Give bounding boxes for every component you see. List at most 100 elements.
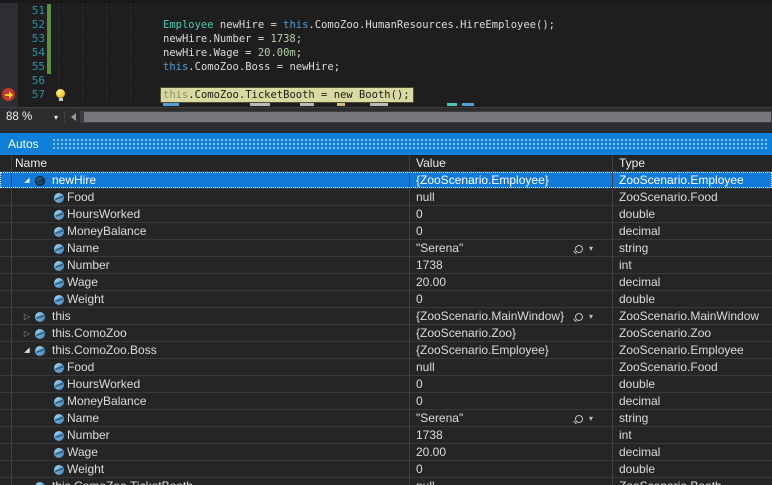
variable-icon [35, 176, 45, 186]
collapse-arrow-icon[interactable]: ◢ [21, 172, 33, 189]
chevron-down-icon[interactable]: ▾ [589, 308, 593, 325]
variable-icon [54, 380, 64, 390]
code-editor[interactable]: 51525354555657 Employee newHire = this.C… [0, 0, 772, 107]
variable-value[interactable]: 20.00 [416, 444, 446, 460]
autos-panel-titlebar[interactable]: Autos [0, 133, 772, 155]
code-token: this [283, 19, 308, 31]
variable-row[interactable]: HoursWorked0double [0, 376, 772, 393]
variable-value[interactable]: "Serena" [416, 240, 463, 256]
variable-type: ZooScenario.Employee [619, 172, 744, 188]
code-token: newHire = [214, 19, 284, 31]
code-token: .ComoZoo.HumanResources.HireEmployee(); [308, 19, 555, 31]
variable-row[interactable]: Wage20.00decimal [0, 274, 772, 291]
variable-value[interactable]: null [416, 359, 435, 375]
magnifier-icon[interactable] [575, 245, 583, 253]
variable-value[interactable]: {ZooScenario.Employee} [416, 342, 549, 358]
variable-value[interactable]: 0 [416, 223, 423, 239]
variable-type: double [619, 461, 655, 477]
expand-arrow-icon[interactable]: ▷ [21, 325, 33, 342]
code-line[interactable]: newHire.Wage = 20.00m; [163, 46, 302, 60]
variable-value[interactable]: 1738 [416, 427, 443, 443]
variable-value[interactable]: 0 [416, 376, 423, 392]
lightbulb-icon[interactable] [56, 89, 65, 98]
variable-row[interactable]: Weight0double [0, 461, 772, 478]
indent-guide [130, 4, 131, 103]
variable-value[interactable]: null [416, 478, 435, 485]
magnifier-icon[interactable] [575, 415, 583, 423]
variable-type: ZooScenario.Food [619, 359, 718, 375]
variable-type: ZooScenario.Zoo [619, 325, 711, 341]
variable-row[interactable]: Weight0double [0, 291, 772, 308]
column-header-name[interactable]: Name [15, 155, 47, 171]
variable-type: decimal [619, 223, 660, 239]
chevron-down-icon[interactable]: ▾ [589, 240, 593, 257]
scroll-left-arrow[interactable] [66, 108, 80, 126]
variable-icon [54, 227, 64, 237]
variable-value[interactable]: {ZooScenario.Employee} [416, 172, 549, 188]
variable-type: decimal [619, 444, 660, 460]
variable-icon [35, 346, 45, 356]
collapse-arrow-icon[interactable]: ◢ [21, 342, 33, 359]
breakpoint-icon[interactable] [2, 88, 15, 101]
magnifier-icon[interactable] [575, 313, 583, 321]
variable-value[interactable]: 0 [416, 291, 423, 307]
variable-name: Number [67, 427, 110, 443]
variable-icon [54, 397, 64, 407]
variable-name: MoneyBalance [67, 393, 146, 409]
expand-arrow-icon[interactable]: ▷ [21, 308, 33, 325]
variable-row[interactable]: Number1738int [0, 427, 772, 444]
variable-row[interactable]: Name "Serena" ▾ string [0, 240, 772, 257]
chevron-down-icon[interactable]: ▾ [589, 410, 593, 427]
variable-row[interactable]: ◢this.ComoZoo.Boss{ZooScenario.Employee}… [0, 342, 772, 359]
editor-top-edge [0, 0, 772, 3]
variable-value[interactable]: "Serena" [416, 410, 463, 426]
variable-row[interactable]: this.ComoZoo.TicketBoothnullZooScenario.… [0, 478, 772, 485]
variable-row[interactable]: Number1738int [0, 257, 772, 274]
code-line[interactable]: this.ComoZoo.Boss = newHire; [163, 60, 340, 74]
variable-row[interactable]: HoursWorked0double [0, 206, 772, 223]
variable-value[interactable]: {ZooScenario.Zoo} [416, 325, 516, 341]
variable-name: Name [67, 240, 99, 256]
variable-row[interactable]: Wage20.00decimal [0, 444, 772, 461]
line-number: 53 [18, 32, 45, 46]
variable-row[interactable]: FoodnullZooScenario.Food [0, 359, 772, 376]
variable-value[interactable]: 1738 [416, 257, 443, 273]
code-line[interactable]: this.ComoZoo.TicketBooth = new Booth(); [163, 88, 413, 102]
variable-value[interactable]: 20.00 [416, 274, 446, 290]
column-header-type[interactable]: Type [619, 155, 645, 171]
variable-value[interactable]: {ZooScenario.MainWindow} [416, 308, 564, 324]
code-line[interactable]: Employee newHire = this.ComoZoo.HumanRes… [163, 18, 555, 32]
line-number: 52 [18, 18, 45, 32]
variable-type: double [619, 206, 655, 222]
variable-name: Number [67, 257, 110, 273]
variable-row[interactable]: MoneyBalance0decimal [0, 223, 772, 240]
variable-row[interactable]: MoneyBalance0decimal [0, 393, 772, 410]
indent-guide [106, 4, 107, 103]
variable-row[interactable]: ▷this.ComoZoo{ZooScenario.Zoo}ZooScenari… [0, 325, 772, 342]
panel-title: Autos [8, 133, 39, 155]
code-line[interactable]: newHire.Number = 1738; [163, 32, 302, 46]
line-number: 51 [18, 4, 45, 18]
variable-value[interactable]: 0 [416, 206, 423, 222]
variable-row[interactable]: ◢newHire{ZooScenario.Employee}ZooScenari… [0, 172, 772, 189]
variable-name: this [52, 308, 71, 324]
variable-row[interactable]: ▷this{ZooScenario.MainWindow}▾ZooScenari… [0, 308, 772, 325]
variable-icon [35, 312, 45, 322]
variable-value[interactable]: 0 [416, 461, 423, 477]
pane-splitter[interactable] [0, 126, 772, 133]
variable-name: Name [67, 410, 99, 426]
zoom-level-dropdown[interactable]: 88 % ▾ [0, 108, 64, 126]
code-token: this [163, 61, 188, 73]
variable-icon [35, 329, 45, 339]
horizontal-scrollbar[interactable] [80, 111, 772, 123]
variable-row[interactable]: FoodnullZooScenario.Food [0, 189, 772, 206]
scrollbar-thumb[interactable] [84, 112, 771, 122]
line-number: 54 [18, 46, 45, 60]
variable-type: string [619, 240, 648, 256]
variable-value[interactable]: 0 [416, 393, 423, 409]
column-headers: Name Value Type [0, 155, 772, 172]
variable-row[interactable]: Name"Serena"▾string [0, 410, 772, 427]
variable-icon [35, 482, 45, 485]
variable-value[interactable]: null [416, 189, 435, 205]
column-header-value[interactable]: Value [416, 155, 446, 171]
